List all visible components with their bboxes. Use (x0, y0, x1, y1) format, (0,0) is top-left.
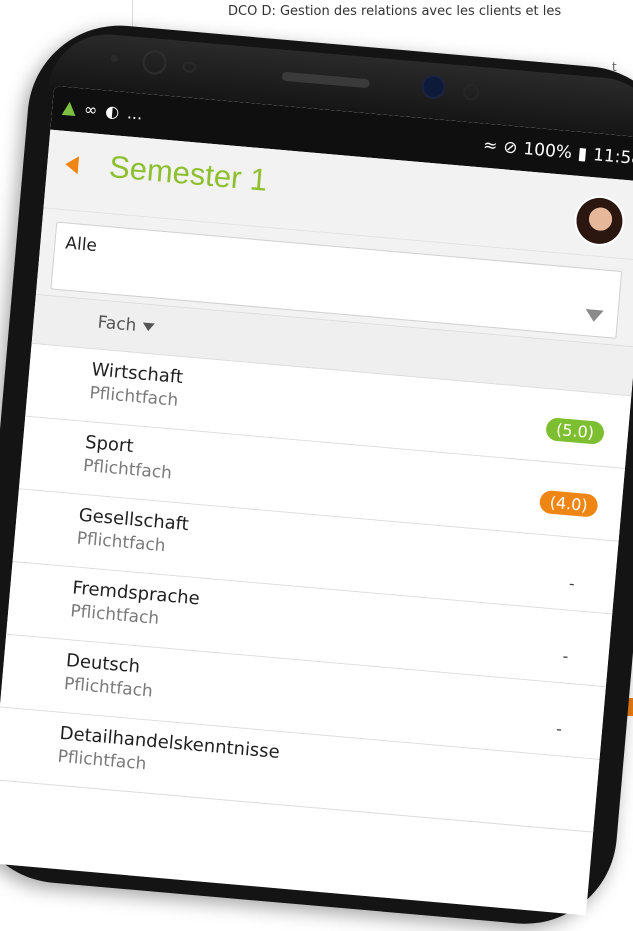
subject-type: Pflichtfach (82, 455, 173, 484)
subject-type: Pflichtfach (75, 528, 167, 557)
phone-device: ▲ ∞ ◐ ... ≈ ⊘ 100% ▮ 11:58 Semester 1 Al… (0, 18, 633, 931)
dropdown-arrow-icon[interactable] (584, 309, 604, 323)
subject-type: Pflichtfach (88, 383, 180, 411)
data-saver-icon: ◐ (104, 101, 121, 122)
avatar[interactable] (574, 195, 625, 246)
grade-value: - (568, 573, 576, 594)
grade-value: - (561, 646, 570, 666)
link-icon: ∞ (83, 99, 99, 120)
clock: 11:58 (592, 145, 633, 170)
do-not-disturb-icon: ⊘ (502, 137, 519, 159)
subject-name: Sport (84, 431, 135, 458)
android-icon: ▲ (61, 96, 78, 119)
grade-value: - (555, 719, 563, 739)
status-left: ▲ ∞ ◐ ... (61, 97, 143, 125)
battery-percent: 100% (522, 139, 573, 164)
background-document-text: DCO D: Gestion des relations avec les cl… (228, 4, 562, 19)
column-header-fach[interactable]: Fach (97, 313, 155, 338)
subject-type: Pflichtfach (69, 601, 160, 629)
subject-name: Deutsch (65, 650, 141, 678)
phone-screen: ▲ ∞ ◐ ... ≈ ⊘ 100% ▮ 11:58 Semester 1 Al… (0, 85, 633, 916)
column-header-label: Fach (96, 312, 138, 336)
more-icon: ... (126, 103, 144, 124)
subject-type: Pflichtfach (56, 746, 148, 775)
subject-type: Pflichtfach (63, 674, 154, 702)
grade-badge: (5.0) (545, 417, 605, 446)
subject-list: Wirtschaft Pflichtfach (5.0) Sport Pflic… (0, 343, 632, 833)
page-title: Semester 1 (107, 149, 269, 198)
filter-selected-value: Alle (64, 233, 98, 257)
grade-badge: (4.0) (538, 489, 599, 518)
wifi-icon: ≈ (482, 135, 499, 157)
status-right: ≈ ⊘ 100% ▮ 11:58 (482, 135, 633, 169)
battery-icon: ▮ (577, 143, 589, 165)
back-arrow-icon[interactable] (64, 155, 80, 175)
sort-down-icon (141, 322, 155, 332)
